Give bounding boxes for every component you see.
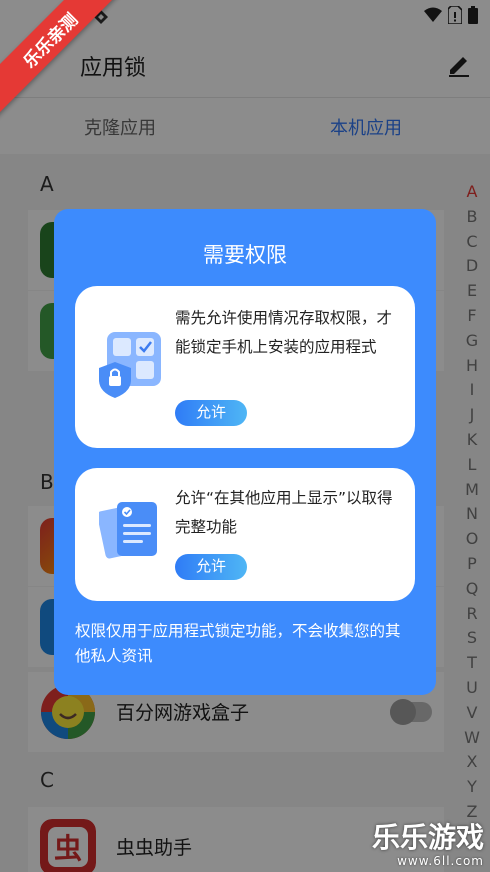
usage-access-card: 需先允许使用情况存取权限，才能锁定手机上安装的应用程式 允许: [75, 286, 415, 448]
usage-access-icon: [99, 332, 161, 398]
permission-dialog: 需要权限 需先允许使用情况存取权限，才能锁定手机上安装的应用程式 允许 允许“在…: [54, 209, 436, 695]
dialog-title: 需要权限: [203, 243, 287, 267]
allow-overlay-button[interactable]: 允许: [175, 554, 247, 580]
overlay-permission-card: 允许“在其他应用上显示”以取得完整功能 允许: [75, 468, 415, 601]
watermark-brand-text: 乐乐游戏: [371, 821, 484, 854]
overlay-documents-icon: [99, 502, 157, 559]
allow-usage-access-button[interactable]: 允许: [175, 400, 247, 426]
watermark-brand: 乐乐游戏 www.6ll.com: [371, 821, 484, 869]
overlay-permission-text: 允许“在其他应用上显示”以取得完整功能: [175, 489, 393, 536]
usage-access-text: 需先允许使用情况存取权限，才能锁定手机上安装的应用程式: [175, 309, 393, 356]
watermark-site-text: www.6ll.com: [397, 854, 484, 868]
privacy-note: 权限仅用于应用程式锁定功能，不会收集您的其他私人资讯: [75, 622, 401, 665]
